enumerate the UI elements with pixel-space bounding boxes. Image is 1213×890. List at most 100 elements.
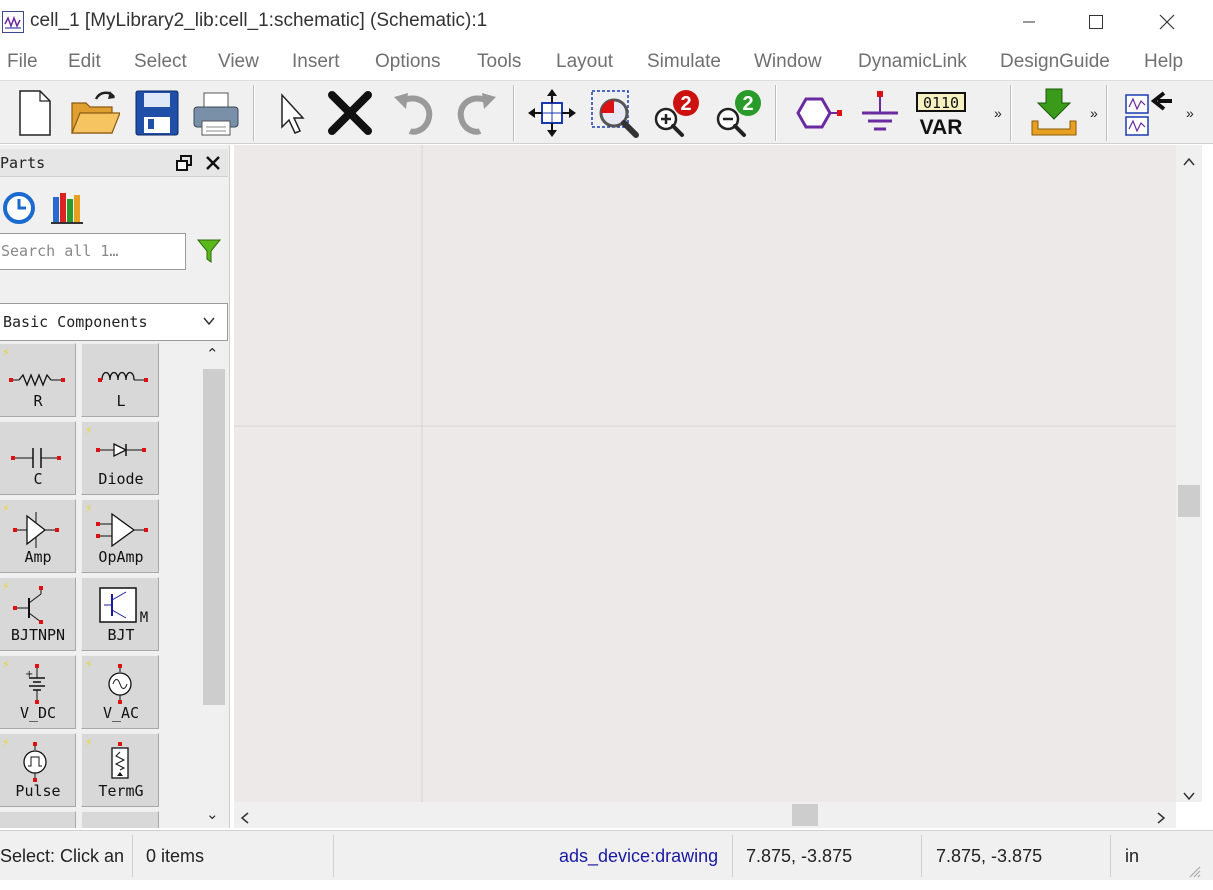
pan-view-icon[interactable] [526,87,578,139]
part-tile-r[interactable]: ⚡ R [0,343,76,417]
float-panel-icon[interactable] [176,155,192,176]
library-browser-icon[interactable] [50,191,86,230]
part-tile-termg[interactable]: ⚡ TermG [81,733,159,807]
menu-help[interactable]: Help [1144,51,1183,73]
part-tile-amp[interactable]: ⚡ Amp [0,499,76,573]
menu-designguide[interactable]: DesignGuide [1000,51,1110,73]
part-tile-pulse[interactable]: ⚡ Pulse [0,733,76,807]
menu-dynamiclink[interactable]: DynamicLink [858,51,967,73]
scroll-down-icon[interactable]: ⌄ [206,805,219,823]
var-bits: 0110 [923,94,959,112]
inductor-icon [98,371,148,382]
dc-source-icon: + [25,664,45,704]
status-message: Select: Click an [0,846,125,866]
status-selection-count: 0 items [146,846,205,866]
scroll-up-icon[interactable] [1182,151,1196,172]
scroll-up-icon[interactable]: ⌃ [206,345,219,363]
bjt-model-icon: M [99,587,148,626]
part-tile[interactable] [81,811,159,828]
maximize-button[interactable] [1073,6,1119,38]
part-label: BJT [107,626,135,644]
print-icon[interactable] [190,87,242,139]
close-panel-icon[interactable] [205,155,221,176]
toolbar-overflow-icon[interactable]: » [1090,105,1098,121]
part-label: L [116,392,126,410]
part-tile-bjt[interactable]: M BJT [81,577,159,651]
parts-panel-title: Parts [0,154,46,172]
zoom-in-icon[interactable]: 2 [650,87,702,139]
delete-icon[interactable] [324,87,376,139]
undo-icon[interactable] [388,87,440,139]
horizontal-scroll-thumb[interactable] [792,804,818,826]
library-dropdown-value: Basic Components [3,313,148,331]
ground-icon[interactable] [854,87,906,139]
toolbar-separator [775,85,777,141]
amplifier-icon [13,512,59,548]
part-tile-v-ac[interactable]: ⚡ V_AC [81,655,159,729]
save-icon[interactable] [130,87,182,139]
schematic-canvas[interactable] [234,145,1176,802]
simulate-icon[interactable] [1026,87,1078,139]
palette-scrollbar[interactable]: ⌃ ⌄ [201,343,227,828]
bjt-npn-icon [13,586,43,624]
toolbar-separator [513,85,515,141]
part-tile-bjtnpn[interactable]: ⚡ BJTNPN [0,577,76,651]
menu-edit[interactable]: Edit [68,51,101,73]
part-label: V_AC [102,704,140,722]
var-label: VAR [920,116,963,139]
canvas-origin-axes [234,145,1176,802]
select-pointer-icon[interactable] [264,87,316,139]
menu-tools[interactable]: Tools [477,51,521,73]
menu-layout[interactable]: Layout [556,51,613,73]
port-icon[interactable] [790,87,842,139]
component-palette-icon[interactable] [1120,87,1176,139]
search-input[interactable]: Search all 1… [0,233,186,270]
menu-insert[interactable]: Insert [292,51,340,73]
parts-panel-header: Parts [0,149,228,177]
toolbar-overflow-icon[interactable]: » [1186,105,1194,121]
part-label: TermG [98,782,144,800]
resize-grip-icon[interactable] [1186,863,1202,884]
part-tile-v-dc[interactable]: ⚡ + V_DC [0,655,76,729]
close-button[interactable] [1144,6,1190,38]
palette-scroll-thumb[interactable] [203,369,225,705]
vertical-scroll-thumb[interactable] [1178,485,1200,517]
canvas-vertical-scrollbar[interactable] [1176,145,1202,802]
part-tile-l[interactable]: L [81,343,159,417]
new-document-icon[interactable] [6,87,58,139]
parts-panel: Parts Search all 1… Basic Components ⚡ R… [0,145,230,828]
zoom-in-digit: 2 [680,93,691,115]
svg-text:M: M [140,610,148,626]
open-folder-icon[interactable] [68,87,120,139]
var-icon[interactable]: 0110 VAR [914,87,970,139]
part-label: Diode [98,470,144,488]
menu-window[interactable]: Window [754,51,822,73]
zoom-out-icon[interactable]: 2 [712,87,764,139]
part-tile-diode[interactable]: ⚡ Diode [81,421,159,495]
library-dropdown[interactable]: Basic Components [0,303,228,341]
part-tile[interactable] [0,811,76,828]
redo-icon[interactable] [450,87,502,139]
menu-options[interactable]: Options [375,51,440,73]
canvas-horizontal-scrollbar[interactable] [234,802,1176,828]
recent-parts-icon[interactable] [2,191,36,230]
zoom-area-icon[interactable] [588,87,640,139]
minimize-button[interactable] [1006,6,1052,38]
scroll-left-icon[interactable] [240,809,250,830]
menu-view[interactable]: View [218,51,259,73]
status-divider [1110,835,1111,877]
filter-icon[interactable] [196,237,222,270]
scroll-right-icon[interactable] [1156,809,1166,830]
menu-file[interactable]: File [7,51,38,73]
diode-icon [96,442,146,458]
menu-select[interactable]: Select [134,51,187,73]
resistor-icon [9,373,65,387]
status-divider [732,835,733,877]
menu-simulate[interactable]: Simulate [647,51,721,73]
part-tile-opamp[interactable]: ⚡ OpAmp [81,499,159,573]
toolbar-overflow-icon[interactable]: » [994,105,1002,121]
scroll-down-icon[interactable] [1182,785,1196,806]
zoom-out-digit: 2 [742,93,753,115]
svg-text:+: + [25,669,33,680]
part-tile-c[interactable]: C [0,421,76,495]
